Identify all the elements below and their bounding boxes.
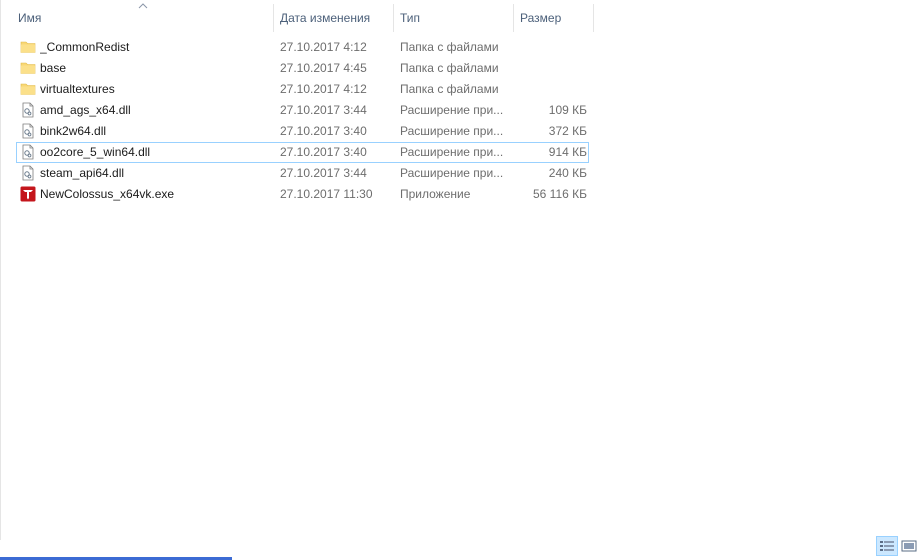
column-header-name-label: Имя [18, 11, 42, 25]
column-header-date-label: Дата изменения [280, 11, 371, 25]
file-name: virtualtextures [40, 82, 115, 96]
file-type: Приложение [400, 187, 471, 201]
file-type: Расширение при... [400, 166, 504, 180]
file-size: 109 КБ [548, 103, 587, 117]
file-size [515, 37, 587, 58]
file-name: oo2core_5_win64.dll [40, 145, 151, 159]
details-view-button[interactable] [876, 536, 898, 556]
file-name: amd_ags_x64.dll [40, 103, 131, 117]
file-row[interactable]: _CommonRedist 27.10.2017 4:12 Папка с фа… [0, 37, 595, 58]
file-type: Папка с файлами [400, 40, 499, 54]
column-header-bar: Имя Дата изменения Тип Размер [0, 0, 595, 36]
file-row[interactable]: base 27.10.2017 4:45 Папка с файлами [0, 58, 595, 79]
folder-icon [20, 41, 36, 53]
file-date: 27.10.2017 3:44 [280, 103, 367, 117]
dll-file-icon [22, 165, 34, 181]
file-row[interactable]: bink2w64.dll 27.10.2017 3:40 Расширение … [0, 121, 595, 142]
file-row[interactable]: amd_ags_x64.dll 27.10.2017 3:44 Расширен… [0, 100, 595, 121]
file-type: Расширение при... [400, 145, 504, 159]
column-header-type-label: Тип [400, 11, 421, 25]
file-type: Расширение при... [400, 103, 504, 117]
file-size: 372 КБ [548, 124, 587, 138]
folder-icon [20, 83, 36, 95]
file-date: 27.10.2017 3:44 [280, 166, 367, 180]
folder-icon [20, 62, 36, 74]
file-size [515, 58, 587, 79]
file-name: _CommonRedist [40, 40, 130, 54]
column-header-size[interactable]: Размер [514, 0, 592, 36]
file-date: 27.10.2017 4:12 [280, 82, 367, 96]
file-date: 27.10.2017 4:45 [280, 61, 367, 75]
large-icons-view-button[interactable] [898, 536, 920, 556]
file-size [515, 79, 587, 100]
column-header-date[interactable]: Дата изменения [274, 0, 392, 36]
sort-ascending-icon [138, 3, 148, 9]
file-name: NewColossus_x64vk.exe [40, 187, 175, 201]
file-list-pane: Имя Дата изменения Тип Размер _CommonRed… [0, 0, 923, 560]
file-date: 27.10.2017 4:12 [280, 40, 367, 54]
dll-file-icon [22, 102, 34, 118]
large-icons-view-icon [901, 540, 917, 552]
file-type: Расширение при... [400, 124, 504, 138]
file-size: 56 116 КБ [532, 187, 587, 201]
file-date: 27.10.2017 3:40 [280, 145, 367, 159]
file-type: Папка с файлами [400, 82, 499, 96]
dll-file-icon [22, 123, 34, 139]
game-exe-icon [20, 186, 36, 202]
column-header-type[interactable]: Тип [394, 0, 512, 36]
file-list: _CommonRedist 27.10.2017 4:12 Папка с фа… [0, 37, 595, 205]
dll-file-icon [22, 144, 34, 160]
file-name: base [40, 61, 67, 75]
file-date: 27.10.2017 11:30 [280, 187, 373, 201]
file-size: 240 КБ [548, 166, 587, 180]
file-row[interactable]: virtualtextures 27.10.2017 4:12 Папка с … [0, 79, 595, 100]
file-name: steam_api64.dll [40, 166, 125, 180]
column-divider[interactable] [593, 4, 594, 32]
file-row[interactable]: NewColossus_x64vk.exe 27.10.2017 11:30 П… [0, 184, 595, 205]
file-size: 914 КБ [548, 145, 587, 159]
file-name: bink2w64.dll [40, 124, 107, 138]
file-date: 27.10.2017 3:40 [280, 124, 367, 138]
file-row[interactable]: steam_api64.dll 27.10.2017 3:44 Расширен… [0, 163, 595, 184]
column-header-size-label: Размер [520, 11, 562, 25]
details-view-icon [880, 541, 894, 551]
file-type: Папка с файлами [400, 61, 499, 75]
file-row-selected[interactable]: oo2core_5_win64.dll 27.10.2017 3:40 Расш… [16, 142, 589, 163]
